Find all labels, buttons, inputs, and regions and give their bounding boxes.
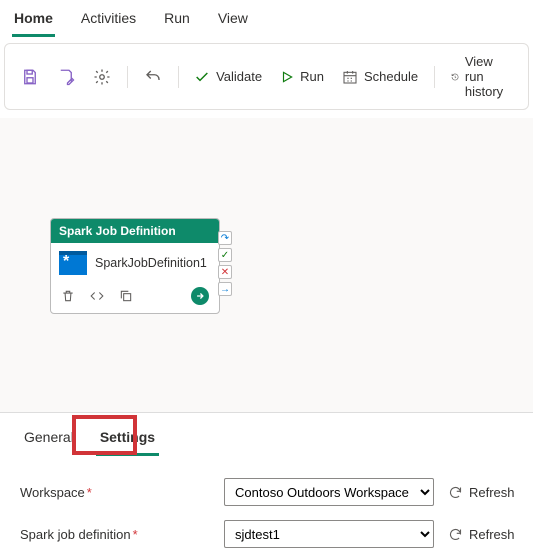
menu-tab-view[interactable]: View: [216, 6, 250, 37]
save-icon: [21, 68, 39, 86]
copy-icon[interactable]: [119, 289, 133, 303]
menu-tab-home[interactable]: Home: [12, 6, 55, 37]
validate-button[interactable]: Validate: [188, 65, 268, 89]
settings-button[interactable]: [87, 64, 117, 90]
sjd-select[interactable]: sjdtest1: [224, 520, 434, 548]
workspace-select[interactable]: Contoso Outdoors Workspace: [224, 478, 434, 506]
panel-tabs: General Settings: [0, 413, 533, 456]
activity-node-body: SparkJobDefinition1: [51, 243, 219, 283]
run-label: Run: [300, 69, 324, 84]
menu-tab-activities[interactable]: Activities: [79, 6, 138, 37]
run-node-icon[interactable]: [191, 287, 209, 305]
badge-success-icon[interactable]: ✓: [218, 248, 232, 262]
sjd-label: Spark job definition*: [20, 527, 210, 542]
toolbar: Validate Run Schedule View run history: [4, 43, 529, 110]
history-icon: [451, 69, 459, 85]
save-as-button[interactable]: [51, 64, 81, 90]
toolbar-separator: [127, 66, 128, 88]
view-run-history-label: View run history: [465, 54, 512, 99]
activity-node-title: SparkJobDefinition1: [95, 256, 207, 271]
tab-settings[interactable]: Settings: [96, 425, 159, 456]
badge-skip-icon[interactable]: ↷: [218, 231, 232, 245]
calendar-icon: [342, 69, 358, 85]
delete-icon[interactable]: [61, 289, 75, 303]
play-icon: [280, 70, 294, 84]
menu-tab-run[interactable]: Run: [162, 6, 192, 37]
sjd-refresh-button[interactable]: Refresh: [448, 527, 515, 542]
view-run-history-button[interactable]: View run history: [445, 50, 518, 103]
settings-form: Workspace* Contoso Outdoors Workspace Re…: [0, 456, 533, 548]
toolbar-separator: [178, 66, 179, 88]
code-icon[interactable]: [89, 289, 105, 303]
save-as-icon: [57, 68, 75, 86]
undo-button[interactable]: [138, 64, 168, 90]
check-icon: [194, 69, 210, 85]
activity-node-footer: [51, 283, 219, 313]
save-button[interactable]: [15, 64, 45, 90]
run-button[interactable]: Run: [274, 65, 330, 88]
activity-node[interactable]: Spark Job Definition SparkJobDefinition1: [50, 218, 220, 314]
schedule-button[interactable]: Schedule: [336, 65, 424, 89]
spark-job-icon: [59, 251, 87, 275]
activity-status-badges: ↷ ✓ ✕ →: [218, 231, 232, 296]
refresh-icon: [448, 527, 463, 542]
refresh-icon: [448, 485, 463, 500]
undo-icon: [144, 68, 162, 86]
schedule-label: Schedule: [364, 69, 418, 84]
validate-label: Validate: [216, 69, 262, 84]
gear-icon: [93, 68, 111, 86]
toolbar-separator: [434, 66, 435, 88]
pipeline-canvas[interactable]: Spark Job Definition SparkJobDefinition1…: [0, 118, 533, 413]
badge-fail-icon[interactable]: ✕: [218, 265, 232, 279]
workspace-refresh-button[interactable]: Refresh: [448, 485, 515, 500]
menu-tabs: Home Activities Run View: [0, 0, 533, 37]
refresh-label: Refresh: [469, 485, 515, 500]
badge-next-icon[interactable]: →: [218, 282, 232, 296]
refresh-label: Refresh: [469, 527, 515, 542]
tab-general[interactable]: General: [20, 425, 78, 456]
activity-node-type: Spark Job Definition: [51, 219, 219, 243]
workspace-label: Workspace*: [20, 485, 210, 500]
